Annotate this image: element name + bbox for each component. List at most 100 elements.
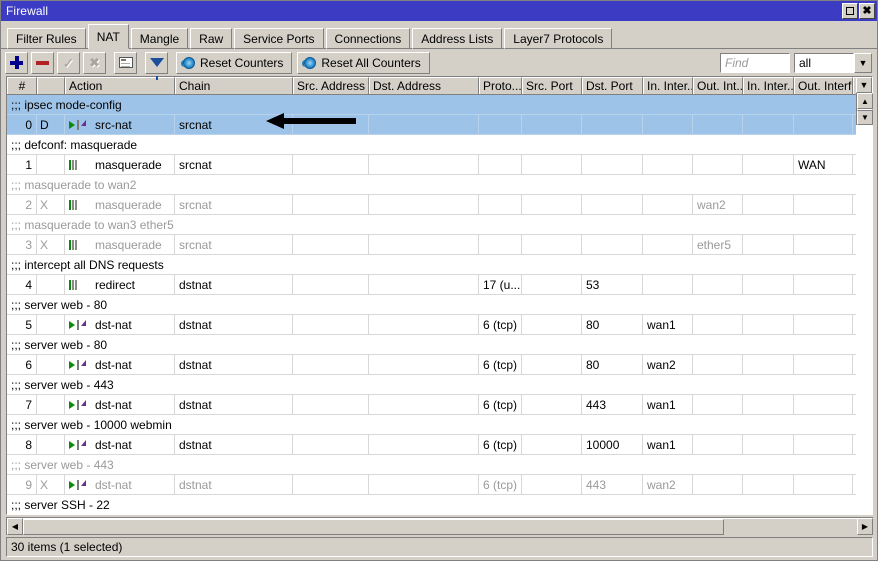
tab-layer7-protocols[interactable]: Layer7 Protocols bbox=[504, 28, 612, 49]
comment-row[interactable]: ;;; server web - 10000 webmin bbox=[7, 415, 856, 435]
table-row[interactable]: 4redirectdstnat17 (u...53 bbox=[7, 275, 856, 295]
cell-value: srcnat bbox=[179, 118, 212, 132]
horizontal-scroll-thumb[interactable] bbox=[23, 519, 724, 535]
table-row[interactable]: 0Dsrc-natsrcnatloca bbox=[7, 115, 856, 135]
cell-flags bbox=[37, 315, 65, 335]
column-header-num[interactable]: # bbox=[7, 77, 37, 94]
scroll-down-button[interactable]: ▼ bbox=[857, 109, 873, 125]
cell-outintl bbox=[794, 395, 853, 415]
column-header-srcport[interactable]: Src. Port bbox=[522, 77, 582, 94]
cell-srcaddr bbox=[293, 395, 369, 415]
table-row[interactable]: 8dst-natdstnat6 (tcp)10000wan1 bbox=[7, 435, 856, 455]
cell-value: wan1 bbox=[647, 438, 676, 452]
tab-filter-rules[interactable]: Filter Rules bbox=[7, 28, 86, 49]
cell-flags bbox=[37, 395, 65, 415]
cell-inint: wan1 bbox=[643, 395, 693, 415]
column-header-action[interactable]: Action bbox=[65, 77, 175, 94]
comment-row[interactable]: ;;; intercept all DNS requests bbox=[7, 255, 856, 275]
cell-inint bbox=[643, 115, 693, 135]
find-scope-dropdown-button[interactable]: ▼ bbox=[854, 53, 872, 73]
column-header-chain[interactable]: Chain bbox=[175, 77, 293, 94]
comment-row[interactable]: ;;; server web - 443 bbox=[7, 455, 856, 475]
rule-comment: ;;; masquerade to wan3 ether5 bbox=[7, 215, 856, 235]
cell-dstaddr bbox=[369, 155, 479, 175]
window-title: Firewall bbox=[6, 4, 48, 18]
column-header-inintl[interactable]: In. Inter... bbox=[743, 77, 794, 94]
column-header-label: In. Inter... bbox=[747, 79, 794, 93]
comment-row[interactable]: ;;; masquerade to wan2 bbox=[7, 175, 856, 195]
column-header-proto[interactable]: Proto... bbox=[479, 77, 522, 94]
column-header-outint[interactable]: Out. Int... bbox=[693, 77, 743, 94]
cell-value: 53 bbox=[586, 278, 599, 292]
cell-action: dst-nat bbox=[65, 315, 175, 335]
vertical-scroll-thumb[interactable] bbox=[857, 109, 873, 111]
rule-comment: ;;; server SSH - 22 bbox=[7, 495, 856, 514]
tab-nat[interactable]: NAT bbox=[88, 24, 129, 49]
scroll-up-button[interactable]: ▲ bbox=[857, 93, 873, 109]
column-chooser-button[interactable]: ▼ bbox=[856, 77, 872, 93]
column-header-dstport[interactable]: Dst. Port bbox=[582, 77, 643, 94]
cell-dstaddr bbox=[369, 395, 479, 415]
comment-button[interactable] bbox=[114, 52, 137, 74]
column-header-flags[interactable] bbox=[37, 77, 65, 94]
pipe-glyph bbox=[77, 120, 79, 130]
horizontal-scroll-track[interactable] bbox=[23, 518, 857, 535]
reset-all-icon bbox=[304, 57, 316, 69]
comment-row[interactable]: ;;; server web - 80 bbox=[7, 295, 856, 315]
cell-value: 1 bbox=[25, 158, 32, 172]
column-header-label: In. Inter... bbox=[647, 79, 693, 93]
table-row[interactable]: 6dst-natdstnat6 (tcp)80wan2 bbox=[7, 355, 856, 375]
find-input[interactable]: Find bbox=[720, 53, 790, 73]
cell-srcaddr bbox=[293, 315, 369, 335]
column-header-dstaddr[interactable]: Dst. Address bbox=[369, 77, 479, 94]
add-rule-button[interactable] bbox=[5, 52, 28, 74]
reset-counters-button[interactable]: Reset Counters bbox=[176, 52, 292, 74]
tab-raw[interactable]: Raw bbox=[190, 28, 232, 49]
tab-service-ports[interactable]: Service Ports bbox=[234, 28, 323, 49]
column-header-label: # bbox=[19, 79, 26, 93]
remove-rule-button[interactable] bbox=[31, 52, 54, 74]
find-scope-select[interactable]: all bbox=[794, 53, 854, 73]
cell-chain: dstnat bbox=[175, 475, 293, 495]
action-label: dst-nat bbox=[95, 358, 132, 372]
column-header-srcaddr[interactable]: Src. Address bbox=[293, 77, 369, 94]
table-row[interactable]: 1masqueradesrcnatWAN bbox=[7, 155, 856, 175]
tab-mangle[interactable]: Mangle bbox=[131, 28, 188, 49]
comment-row[interactable]: ;;; ipsec mode-config bbox=[7, 95, 856, 115]
cell-value: dstnat bbox=[179, 318, 212, 332]
scroll-left-button[interactable]: ◀ bbox=[7, 518, 23, 535]
rule-flag: D bbox=[40, 118, 49, 132]
comment-row[interactable]: ;;; defconf: masquerade bbox=[7, 135, 856, 155]
cell-value: 6 (tcp) bbox=[483, 318, 517, 332]
enable-rule-button[interactable]: ✓ bbox=[57, 52, 80, 74]
reset-all-counters-button[interactable]: Reset All Counters bbox=[297, 52, 429, 74]
cell-value: 10000 bbox=[586, 438, 619, 452]
table-row[interactable]: 7dst-natdstnat6 (tcp)443wan1 bbox=[7, 395, 856, 415]
comment-row[interactable]: ;;; server web - 80 bbox=[7, 335, 856, 355]
comment-row[interactable]: ;;; server SSH - 22 bbox=[7, 495, 856, 514]
close-button[interactable]: ✖ bbox=[859, 3, 875, 19]
table-row[interactable]: 3Xmasqueradesrcnatether5 bbox=[7, 235, 856, 255]
maximize-button[interactable] bbox=[842, 3, 858, 19]
scroll-right-button[interactable]: ▶ bbox=[857, 518, 873, 535]
comment-row[interactable]: ;;; server web - 443 bbox=[7, 375, 856, 395]
table-row[interactable]: 2Xmasqueradesrcnatwan2 bbox=[7, 195, 856, 215]
cell-num: 3 bbox=[7, 235, 37, 255]
column-header-inint[interactable]: In. Inter... bbox=[643, 77, 693, 94]
cell-chain: dstnat bbox=[175, 315, 293, 335]
cell-inintl bbox=[743, 155, 794, 175]
column-header-outintl[interactable]: Out. Interf... bbox=[794, 77, 853, 94]
vertical-scrollbar[interactable]: ▲ ▼ bbox=[856, 93, 873, 125]
tab-connections[interactable]: Connections bbox=[326, 28, 411, 49]
tab-address-lists[interactable]: Address Lists bbox=[412, 28, 502, 49]
action-label: masquerade bbox=[95, 198, 162, 212]
comment-icon bbox=[119, 57, 133, 68]
disable-rule-button[interactable]: ✖ bbox=[83, 52, 106, 74]
filter-button[interactable] bbox=[145, 52, 168, 74]
horizontal-scrollbar[interactable]: ◀ ▶ bbox=[6, 517, 873, 535]
comment-row[interactable]: ;;; masquerade to wan3 ether5 bbox=[7, 215, 856, 235]
cell-inintl bbox=[743, 475, 794, 495]
cell-value: dstnat bbox=[179, 278, 212, 292]
table-row[interactable]: 5dst-natdstnat6 (tcp)80wan1 bbox=[7, 315, 856, 335]
table-row[interactable]: 9Xdst-natdstnat6 (tcp)443wan2 bbox=[7, 475, 856, 495]
